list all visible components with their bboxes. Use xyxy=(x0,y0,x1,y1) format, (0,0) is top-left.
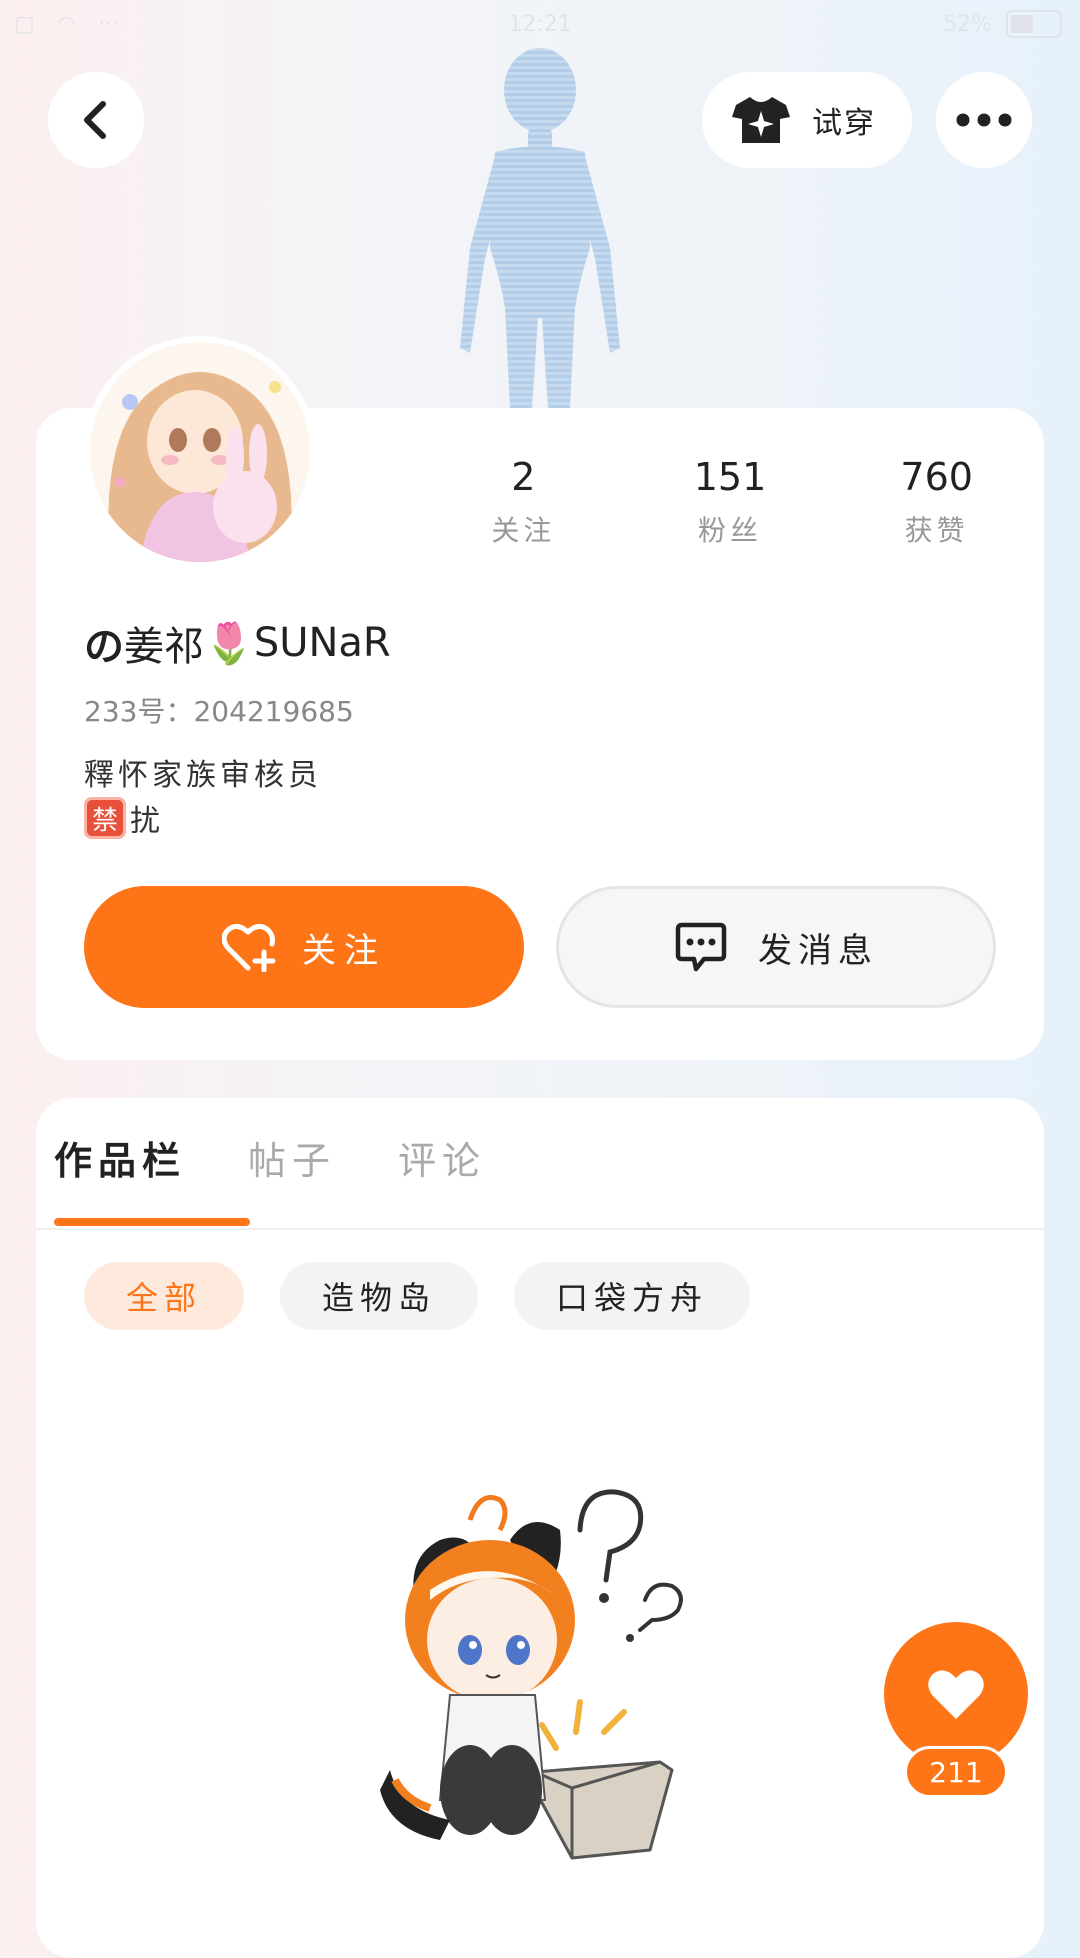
stat-label: 关注 xyxy=(491,514,556,547)
stat-value: 2 xyxy=(511,455,536,499)
user-id-label: 233号： xyxy=(84,695,194,728)
filter-chip-pocket-ark[interactable]: 口袋方舟 xyxy=(514,1262,751,1330)
battery-percent: 52% xyxy=(943,11,992,37)
try-on-button[interactable]: 试穿 xyxy=(702,72,912,168)
stat-followers[interactable]: 151 粉丝 xyxy=(627,455,834,549)
battery-icon xyxy=(1006,10,1062,38)
avatar[interactable] xyxy=(84,336,316,568)
stats-row: 2 关注 151 粉丝 760 获赞 xyxy=(420,455,1040,549)
tab-divider xyxy=(36,1228,1044,1230)
empty-state-illustration xyxy=(380,1489,683,1860)
filter-chip-all[interactable]: 全部 xyxy=(84,1262,245,1330)
filter-chip-creation-island[interactable]: 造物岛 xyxy=(280,1262,479,1330)
filter-chips: 全部 造物岛 口袋方舟 xyxy=(84,1262,751,1330)
message-button[interactable]: 发消息 xyxy=(556,886,996,1008)
heart-icon xyxy=(928,1670,984,1719)
stat-label: 获赞 xyxy=(904,514,969,547)
username-prefix: の xyxy=(84,624,124,670)
more-dots-icon xyxy=(956,113,1012,127)
bio-line-2-text: 扰 xyxy=(130,804,160,839)
username-suffix: SUNaR xyxy=(253,620,391,666)
stat-value: 151 xyxy=(693,455,767,499)
message-label: 发消息 xyxy=(758,930,878,971)
status-icons-right: 52% xyxy=(943,10,1062,38)
more-button[interactable] xyxy=(936,72,1032,168)
avatar-image xyxy=(90,342,310,562)
stat-label: 粉丝 xyxy=(698,514,763,547)
status-bar: ▢ ◠ ··· 12:21 52% xyxy=(0,0,1080,50)
tab-posts[interactable]: 帖子 xyxy=(248,1130,336,1185)
tshirt-sparkle-icon xyxy=(732,97,790,143)
status-time: 12:21 xyxy=(508,12,572,37)
stat-value: 760 xyxy=(900,455,973,499)
like-count-badge: 211 xyxy=(904,1746,1008,1798)
follow-button[interactable]: 关注 xyxy=(84,886,524,1008)
follow-label: 关注 xyxy=(302,930,386,971)
content-tabs: 作品栏 帖子 评论 xyxy=(54,1130,548,1185)
chat-bubble-icon xyxy=(675,922,727,972)
user-id: 233号：204219685 xyxy=(84,690,354,730)
tab-works[interactable]: 作品栏 xyxy=(54,1130,186,1185)
stat-following[interactable]: 2 关注 xyxy=(420,455,627,549)
stat-likes[interactable]: 760 获赞 xyxy=(833,455,1040,549)
chevron-left-icon xyxy=(84,101,106,139)
try-on-label: 试穿 xyxy=(812,106,876,141)
avatar-hologram-figure xyxy=(460,48,620,408)
ban-badge: 禁 xyxy=(84,797,126,839)
tab-comments[interactable]: 评论 xyxy=(398,1130,486,1185)
like-fab[interactable] xyxy=(884,1622,1028,1766)
username: の 姜祁 🌷 SUNaR xyxy=(84,614,391,672)
user-id-value: 204219685 xyxy=(193,695,354,728)
bio-line-1: 釋怀家族审核员 xyxy=(84,758,322,793)
active-tab-indicator xyxy=(54,1218,250,1226)
heart-plus-icon xyxy=(222,924,276,972)
bio-line-2: 禁 扰 xyxy=(84,796,160,840)
username-middle: 姜祁 xyxy=(124,624,204,670)
tulip-emoji: 🌷 xyxy=(204,620,254,667)
back-button[interactable] xyxy=(48,72,144,168)
